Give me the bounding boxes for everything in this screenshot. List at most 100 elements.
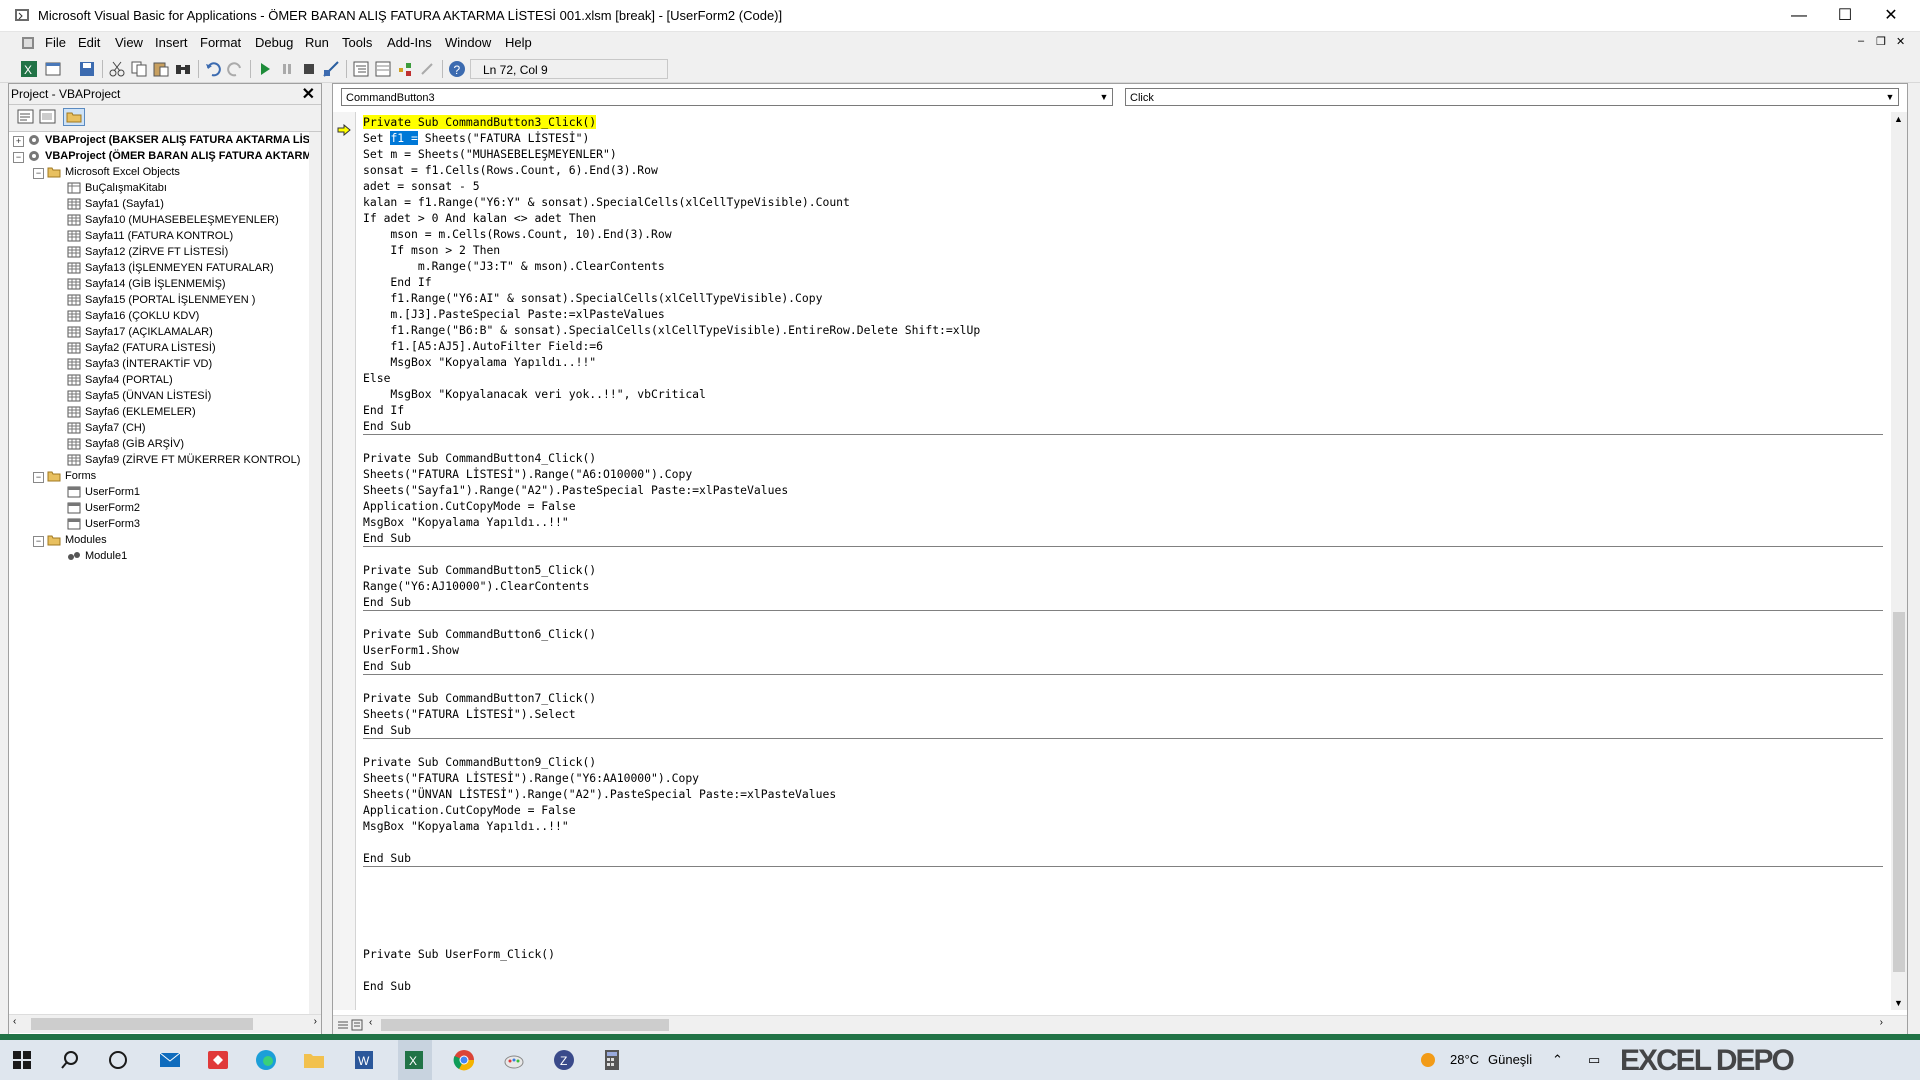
menu-format[interactable]: Format bbox=[200, 35, 241, 50]
tree-item-sheet[interactable]: Sayfa9 (ZİRVE FT MÜKERRER KONTROL) bbox=[67, 452, 300, 468]
project-explorer-icon[interactable] bbox=[352, 60, 370, 78]
scroll-down-icon[interactable]: ▼ bbox=[1894, 998, 1903, 1008]
redo-icon[interactable] bbox=[226, 60, 244, 78]
tree-item-sheet[interactable]: Sayfa6 (EKLEMELER) bbox=[67, 404, 196, 420]
undo-icon[interactable] bbox=[204, 60, 222, 78]
tree-item-sheet[interactable]: Sayfa2 (FATURA LİSTESİ) bbox=[67, 340, 216, 356]
maximize-button[interactable]: ☐ bbox=[1822, 0, 1868, 31]
tree-item-sheet[interactable]: Sayfa14 (GİB İŞLENMEMİŞ) bbox=[67, 276, 226, 292]
scroll-right-icon[interactable]: › bbox=[1880, 1017, 1883, 1028]
scroll-up-icon[interactable]: ▲ bbox=[1894, 114, 1903, 124]
help-icon[interactable]: ? bbox=[448, 60, 466, 78]
tree-item-sheet[interactable]: Sayfa16 (ÇOKLU KDV) bbox=[67, 308, 199, 324]
mail-icon[interactable] bbox=[158, 1048, 182, 1072]
tree-item-module[interactable]: Module1 bbox=[67, 548, 127, 564]
excel-view-icon[interactable]: X bbox=[20, 60, 38, 78]
project-horizontal-scrollbar[interactable]: ‹ › bbox=[9, 1014, 321, 1033]
tree-project-omer-baran[interactable]: VBAProject (ÖMER BARAN ALIŞ FATURA AKTAR… bbox=[27, 148, 309, 164]
tree-item-form[interactable]: UserForm1 bbox=[67, 484, 140, 500]
mdi-close-button[interactable]: ✕ bbox=[1896, 35, 1905, 48]
network-icon[interactable]: ▭ bbox=[1588, 1052, 1600, 1068]
chrome-icon[interactable] bbox=[452, 1048, 476, 1072]
run-icon[interactable] bbox=[256, 60, 274, 78]
project-explorer-close-button[interactable]: ✕ bbox=[302, 84, 315, 104]
code-horizontal-scrollbar[interactable]: ‹ › bbox=[333, 1015, 1907, 1034]
tree-item-sheet[interactable]: Sayfa8 (GİB ARŞİV) bbox=[67, 436, 184, 452]
tree-item-form[interactable]: UserForm3 bbox=[67, 516, 140, 532]
menu-view[interactable]: View bbox=[115, 35, 143, 50]
collapse-toggle[interactable]: − bbox=[13, 152, 24, 163]
paste-icon[interactable] bbox=[152, 60, 170, 78]
break-icon[interactable] bbox=[278, 60, 296, 78]
tree-folder-excel-objects[interactable]: Microsoft Excel Objects bbox=[47, 164, 180, 180]
toolbox-icon[interactable] bbox=[418, 60, 436, 78]
code-vertical-scrollbar[interactable]: ▲ ▼ bbox=[1891, 112, 1907, 1010]
zoom-app-icon[interactable]: Z bbox=[552, 1048, 576, 1072]
procedure-dropdown[interactable]: Click ▼ bbox=[1125, 88, 1899, 106]
tree-item-sheet[interactable]: Sayfa12 (ZİRVE FT LİSTESİ) bbox=[67, 244, 228, 260]
minimize-button[interactable]: — bbox=[1776, 0, 1822, 31]
view-code-icon[interactable] bbox=[17, 109, 35, 125]
scroll-thumb[interactable] bbox=[381, 1019, 669, 1031]
cut-icon[interactable] bbox=[108, 60, 126, 78]
tree-item-sheet[interactable]: Sayfa15 (PORTAL İŞLENMEYEN ) bbox=[67, 292, 255, 308]
menu-window[interactable]: Window bbox=[445, 35, 491, 50]
menu-run[interactable]: Run bbox=[305, 35, 329, 50]
tree-item-workbook[interactable]: BuÇalışmaKitabı bbox=[67, 180, 167, 196]
scroll-left-icon[interactable]: ‹ bbox=[369, 1017, 372, 1028]
tree-item-form[interactable]: UserForm2 bbox=[67, 500, 140, 516]
tree-item-sheet[interactable]: Sayfa13 (İŞLENMEYEN FATURALAR) bbox=[67, 260, 274, 276]
close-button[interactable]: ✕ bbox=[1868, 0, 1914, 31]
search-icon[interactable] bbox=[58, 1048, 82, 1072]
procedure-view-icon[interactable] bbox=[337, 1019, 349, 1031]
menu-debug[interactable]: Debug bbox=[255, 35, 293, 50]
tree-item-sheet[interactable]: Sayfa7 (CH) bbox=[67, 420, 146, 436]
menu-help[interactable]: Help bbox=[505, 35, 532, 50]
app-red-icon[interactable] bbox=[206, 1048, 230, 1072]
toggle-folders-icon[interactable] bbox=[63, 108, 85, 126]
scroll-left-icon[interactable]: ‹ bbox=[13, 1016, 16, 1027]
calculator-icon[interactable] bbox=[600, 1048, 624, 1072]
design-mode-icon[interactable] bbox=[322, 60, 340, 78]
task-view-icon[interactable] bbox=[106, 1048, 130, 1072]
menu-add-ins[interactable]: Add-Ins bbox=[387, 35, 432, 50]
chevron-up-icon[interactable]: ⌃ bbox=[1552, 1052, 1563, 1068]
tree-item-sheet[interactable]: Sayfa1 (Sayfa1) bbox=[67, 196, 164, 212]
save-icon[interactable] bbox=[78, 60, 96, 78]
collapse-toggle[interactable]: − bbox=[33, 472, 44, 483]
code-margin[interactable] bbox=[333, 112, 356, 1010]
paint-icon[interactable] bbox=[502, 1048, 526, 1072]
menu-tools[interactable]: Tools bbox=[342, 35, 372, 50]
menu-insert[interactable]: Insert bbox=[155, 35, 188, 50]
chevron-down-icon[interactable]: ▼ bbox=[1882, 89, 1898, 105]
tree-item-sheet[interactable]: Sayfa11 (FATURA KONTROL) bbox=[67, 228, 233, 244]
find-icon[interactable] bbox=[174, 60, 192, 78]
menu-file[interactable]: File bbox=[45, 35, 66, 50]
insert-userform-icon[interactable] bbox=[44, 60, 62, 78]
chevron-down-icon[interactable]: ▼ bbox=[1096, 89, 1112, 105]
tree-item-sheet[interactable]: Sayfa5 (ÜNVAN LİSTESİ) bbox=[67, 388, 211, 404]
expand-toggle[interactable]: + bbox=[13, 136, 24, 147]
menu-edit[interactable]: Edit bbox=[78, 35, 100, 50]
tree-item-sheet[interactable]: Sayfa4 (PORTAL) bbox=[67, 372, 173, 388]
collapse-toggle[interactable]: − bbox=[33, 536, 44, 547]
windows-start-icon[interactable] bbox=[10, 1048, 34, 1072]
mdi-minimize-button[interactable]: ‒ bbox=[1858, 35, 1864, 47]
tree-project-bakser[interactable]: VBAProject (BAKSER ALIŞ FATURA AKTARMA L… bbox=[27, 132, 309, 148]
code-editor[interactable]: Private Sub CommandButton3_Click() Set f… bbox=[363, 114, 1883, 1009]
scroll-thumb[interactable] bbox=[31, 1018, 253, 1030]
excel-icon[interactable]: X bbox=[402, 1048, 426, 1072]
tree-item-sheet[interactable]: Sayfa3 (İNTERAKTİF VD) bbox=[67, 356, 212, 372]
object-browser-icon[interactable] bbox=[396, 60, 414, 78]
project-vertical-scrollbar[interactable] bbox=[309, 132, 321, 1014]
collapse-toggle[interactable]: − bbox=[33, 168, 44, 179]
tree-folder-forms[interactable]: Forms bbox=[47, 468, 96, 484]
scroll-thumb[interactable] bbox=[1893, 612, 1905, 972]
full-module-view-icon[interactable] bbox=[351, 1019, 363, 1031]
word-icon[interactable]: W bbox=[352, 1048, 376, 1072]
properties-window-icon[interactable] bbox=[374, 60, 392, 78]
reset-icon[interactable] bbox=[300, 60, 318, 78]
tree-item-sheet[interactable]: Sayfa10 (MUHASEBELEŞMEYENLER) bbox=[67, 212, 279, 228]
edge-browser-icon[interactable] bbox=[254, 1048, 278, 1072]
tree-folder-modules[interactable]: Modules bbox=[47, 532, 107, 548]
